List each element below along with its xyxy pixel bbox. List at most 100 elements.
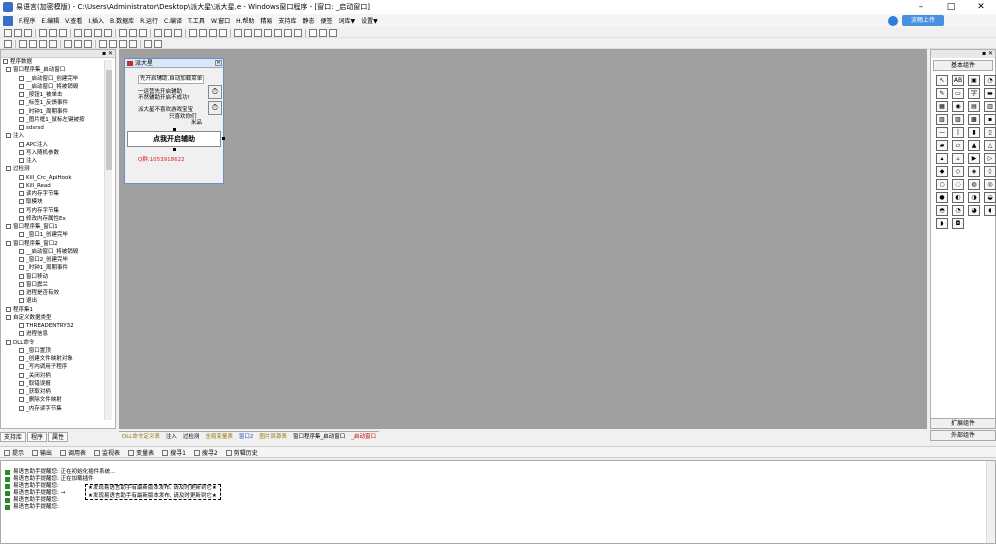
tree-node[interactable]: DLL命令 bbox=[3, 339, 115, 347]
output-tab[interactable]: 搜寻1 bbox=[158, 448, 190, 457]
menu-item[interactable]: 精易 bbox=[257, 16, 275, 25]
toolbar-button-icon[interactable] bbox=[244, 28, 252, 37]
component-icon[interactable]: ◕ bbox=[968, 205, 980, 216]
tree-node[interactable]: _时钟1_周期事件 bbox=[3, 108, 115, 116]
component-icon[interactable]: ◔ bbox=[952, 205, 964, 216]
scroll-thumb[interactable] bbox=[106, 70, 112, 170]
component-icon[interactable]: ▩ bbox=[968, 114, 980, 125]
toolbar-button-icon[interactable] bbox=[234, 28, 242, 37]
maximize-button[interactable]: □ bbox=[936, 0, 966, 14]
tree-node[interactable]: 进程信息 bbox=[3, 330, 115, 338]
output-tab[interactable]: 提示 bbox=[0, 448, 28, 457]
tree-node[interactable]: _窗口1_创建完毕 bbox=[3, 231, 115, 239]
toolbar-button-icon[interactable] bbox=[189, 28, 197, 37]
component-icon[interactable]: ◐ bbox=[952, 192, 964, 203]
component-icon[interactable]: ▦ bbox=[936, 101, 948, 112]
toolbar-button-icon[interactable] bbox=[84, 28, 92, 37]
toolbar-button-icon[interactable] bbox=[4, 28, 12, 37]
tree-node[interactable]: _图片框1_鼠标左键被按 bbox=[3, 116, 115, 124]
output-tab[interactable]: 剪辑历史 bbox=[222, 448, 262, 457]
toolbar-button-icon[interactable] bbox=[319, 28, 327, 37]
menu-item[interactable]: T.工具 bbox=[185, 16, 208, 25]
tree-node[interactable]: _窗口2_创建完毕 bbox=[3, 256, 115, 264]
document-tab[interactable]: _启动窗口 bbox=[348, 430, 379, 442]
menu-item[interactable]: H.帮助 bbox=[233, 16, 257, 25]
component-icon[interactable]: ● bbox=[936, 192, 948, 203]
toolbar-button-icon[interactable] bbox=[4, 39, 12, 48]
toolbar-button-icon[interactable] bbox=[329, 28, 337, 37]
tree-node[interactable]: __启动窗口_创建完毕 bbox=[3, 75, 115, 83]
form-window[interactable]: 派大星 ✕ 先开启辅助,自动加载菜单 一运营先开启辅助 不然辅助开启不成功! 派… bbox=[124, 58, 225, 184]
tree-node[interactable]: _创建文件映射对象 bbox=[3, 355, 115, 363]
extended-components-button[interactable]: 扩展组件 bbox=[930, 418, 996, 429]
toolbar-button-icon[interactable] bbox=[24, 28, 32, 37]
toolbar-button-icon[interactable] bbox=[59, 28, 67, 37]
component-icon[interactable]: ◘ bbox=[952, 218, 964, 229]
tree-scrollbar[interactable] bbox=[104, 60, 112, 420]
toolbar-button-icon[interactable] bbox=[109, 39, 117, 48]
external-components-button[interactable]: 外部组件 bbox=[930, 430, 996, 441]
toolbar-button-icon[interactable] bbox=[94, 28, 102, 37]
menu-item[interactable]: B.数据库 bbox=[107, 16, 137, 25]
component-category-title[interactable]: 基本组件 bbox=[933, 60, 993, 71]
toolbar-button-icon[interactable] bbox=[209, 28, 217, 37]
menu-item[interactable]: 支持库 bbox=[275, 16, 299, 25]
left-tab[interactable]: 属性 bbox=[48, 432, 69, 442]
selection-handle[interactable] bbox=[173, 128, 176, 131]
component-icon[interactable]: ◓ bbox=[936, 205, 948, 216]
toolbar-button-icon[interactable] bbox=[254, 28, 262, 37]
toolbar-button-icon[interactable] bbox=[104, 28, 112, 37]
component-icon[interactable]: ▤ bbox=[968, 101, 980, 112]
toolbar-button-icon[interactable] bbox=[294, 28, 302, 37]
selection-handle[interactable] bbox=[222, 137, 225, 140]
toolbar-button-icon[interactable] bbox=[129, 39, 137, 48]
tree-node[interactable]: Kill_Crc_ApiHook bbox=[3, 174, 115, 182]
component-icon[interactable]: ◉ bbox=[952, 101, 964, 112]
tree-node[interactable]: 程序集1 bbox=[3, 306, 115, 314]
tree-node[interactable]: 读内存字节集 bbox=[3, 190, 115, 198]
output-scrollbar[interactable] bbox=[986, 461, 995, 543]
tree-node[interactable]: 过检测 bbox=[3, 165, 115, 173]
tree-node[interactable]: _删除文件映射 bbox=[3, 396, 115, 404]
component-icon[interactable]: ▷ bbox=[984, 153, 996, 164]
component-icon[interactable]: ▥ bbox=[984, 101, 996, 112]
component-icon[interactable]: ▱ bbox=[952, 140, 964, 151]
toolbar-button-icon[interactable] bbox=[154, 39, 162, 48]
tree-node[interactable]: __启动窗口_将被销毁 bbox=[3, 248, 115, 256]
open-assist-button[interactable]: 点我开启辅助 bbox=[127, 131, 221, 147]
component-icon[interactable]: ◎ bbox=[984, 179, 996, 190]
menu-item[interactable]: I.插入 bbox=[85, 16, 107, 25]
component-icon[interactable]: | bbox=[952, 127, 964, 138]
document-tab[interactable]: 全局变量表 bbox=[202, 430, 236, 442]
component-icon[interactable]: ◊ bbox=[984, 166, 996, 177]
tree-node[interactable]: 窗口程序集_启动窗口 bbox=[3, 66, 115, 74]
component-icon[interactable]: — bbox=[936, 127, 948, 138]
left-tab[interactable]: 支持库 bbox=[0, 432, 27, 442]
toolbar-button-icon[interactable] bbox=[39, 39, 47, 48]
tree-node[interactable]: 注入 bbox=[3, 132, 115, 140]
toolbar-button-icon[interactable] bbox=[14, 28, 22, 37]
component-icon[interactable]: ◍ bbox=[968, 179, 980, 190]
component-icon[interactable]: ▵ bbox=[952, 153, 964, 164]
toolbar-button-icon[interactable] bbox=[74, 28, 82, 37]
tree-node[interactable]: 写入随机参数 bbox=[3, 149, 115, 157]
tree-node[interactable]: Kill_Read bbox=[3, 182, 115, 190]
minimize-button[interactable]: – bbox=[906, 0, 936, 14]
tree-node[interactable]: _标签1_反馈事件 bbox=[3, 99, 115, 107]
document-tab[interactable]: DLL命令定义表 bbox=[119, 430, 163, 442]
toolbar-button-icon[interactable] bbox=[139, 28, 147, 37]
component-icon[interactable]: ▧ bbox=[936, 114, 948, 125]
tree-node[interactable]: 写内存字节集 bbox=[3, 207, 115, 215]
menu-item[interactable]: 便签 bbox=[317, 16, 335, 25]
component-icon[interactable]: ▯ bbox=[984, 127, 996, 138]
tree-node[interactable]: 注入 bbox=[3, 157, 115, 165]
component-icon[interactable]: ▪ bbox=[984, 114, 996, 125]
component-icon[interactable]: ◖ bbox=[984, 205, 996, 216]
component-icon[interactable]: ◇ bbox=[952, 166, 964, 177]
tree-node[interactable]: 窗口移动 bbox=[3, 273, 115, 281]
tree-node[interactable]: 退出 bbox=[3, 297, 115, 305]
component-icon[interactable]: ▭ bbox=[952, 88, 964, 99]
toolbar-button-icon[interactable] bbox=[64, 39, 72, 48]
toolbar-button-icon[interactable] bbox=[49, 39, 57, 48]
component-icon[interactable]: ▴ bbox=[936, 153, 948, 164]
